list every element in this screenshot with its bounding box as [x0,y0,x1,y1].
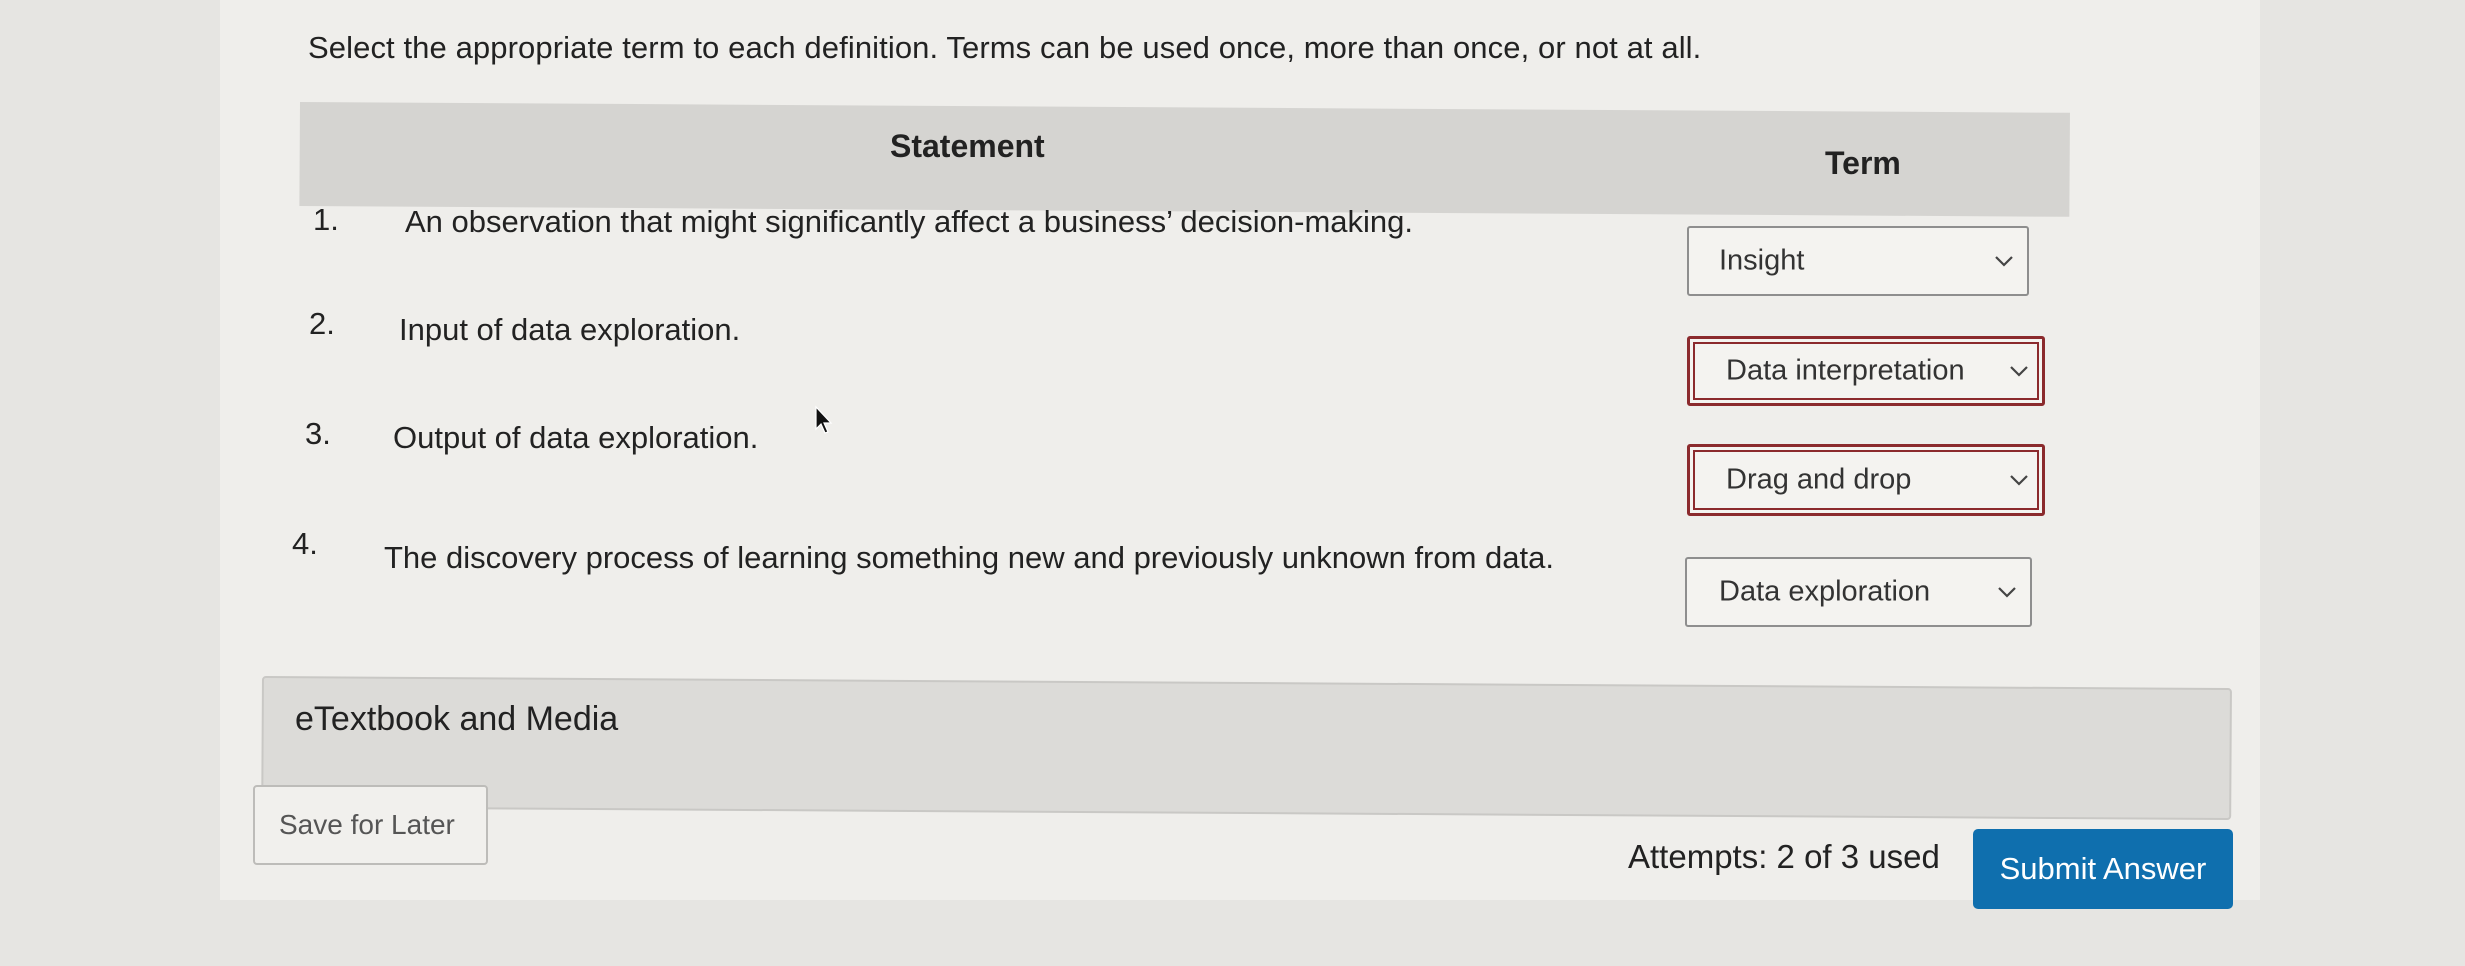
row-2-term-select[interactable]: Data interpretation [1687,336,2045,406]
row-4-term-select[interactable]: Data exploration [1685,557,2032,627]
row-3-term-select[interactable]: Drag and drop [1687,444,2045,516]
mouse-pointer-icon [815,405,833,434]
chevron-down-icon [1998,587,2016,598]
chevron-down-icon [1995,256,2013,267]
etextbook-media-section[interactable] [261,676,2232,821]
row-2-term-value: Data interpretation [1726,354,1965,387]
chevron-down-icon [2010,475,2028,486]
statement-column-header: Statement [890,128,1045,164]
row-3-statement: Output of data exploration. [393,420,759,455]
row-4-term-value: Data exploration [1719,575,1931,608]
submit-answer-button[interactable]: Submit Answer [1973,829,2233,909]
row-3-number: 3. [305,416,331,451]
table-header [299,102,2070,217]
chevron-down-icon [2010,366,2028,377]
row-3-term-value: Drag and drop [1726,463,1912,496]
instructions-text: Select the appropriate term to each defi… [308,30,1702,65]
row-2-statement: Input of data exploration. [399,312,741,347]
row-4-statement: The discovery process of learning someth… [384,540,1555,575]
term-column-header: Term [1825,145,1901,181]
row-1-term-select[interactable]: Insight [1687,226,2029,296]
row-1-statement: An observation that might significantly … [405,204,1414,239]
row-1-term-value: Insight [1719,244,1805,277]
etextbook-media-label[interactable]: eTextbook and Media [295,700,618,739]
row-1-number: 1. [313,202,339,237]
save-for-later-button[interactable]: Save for Later [253,785,488,865]
row-4-number: 4. [292,526,318,561]
attempts-counter: Attempts: 2 of 3 used [1628,838,1940,875]
row-2-number: 2. [309,306,335,341]
